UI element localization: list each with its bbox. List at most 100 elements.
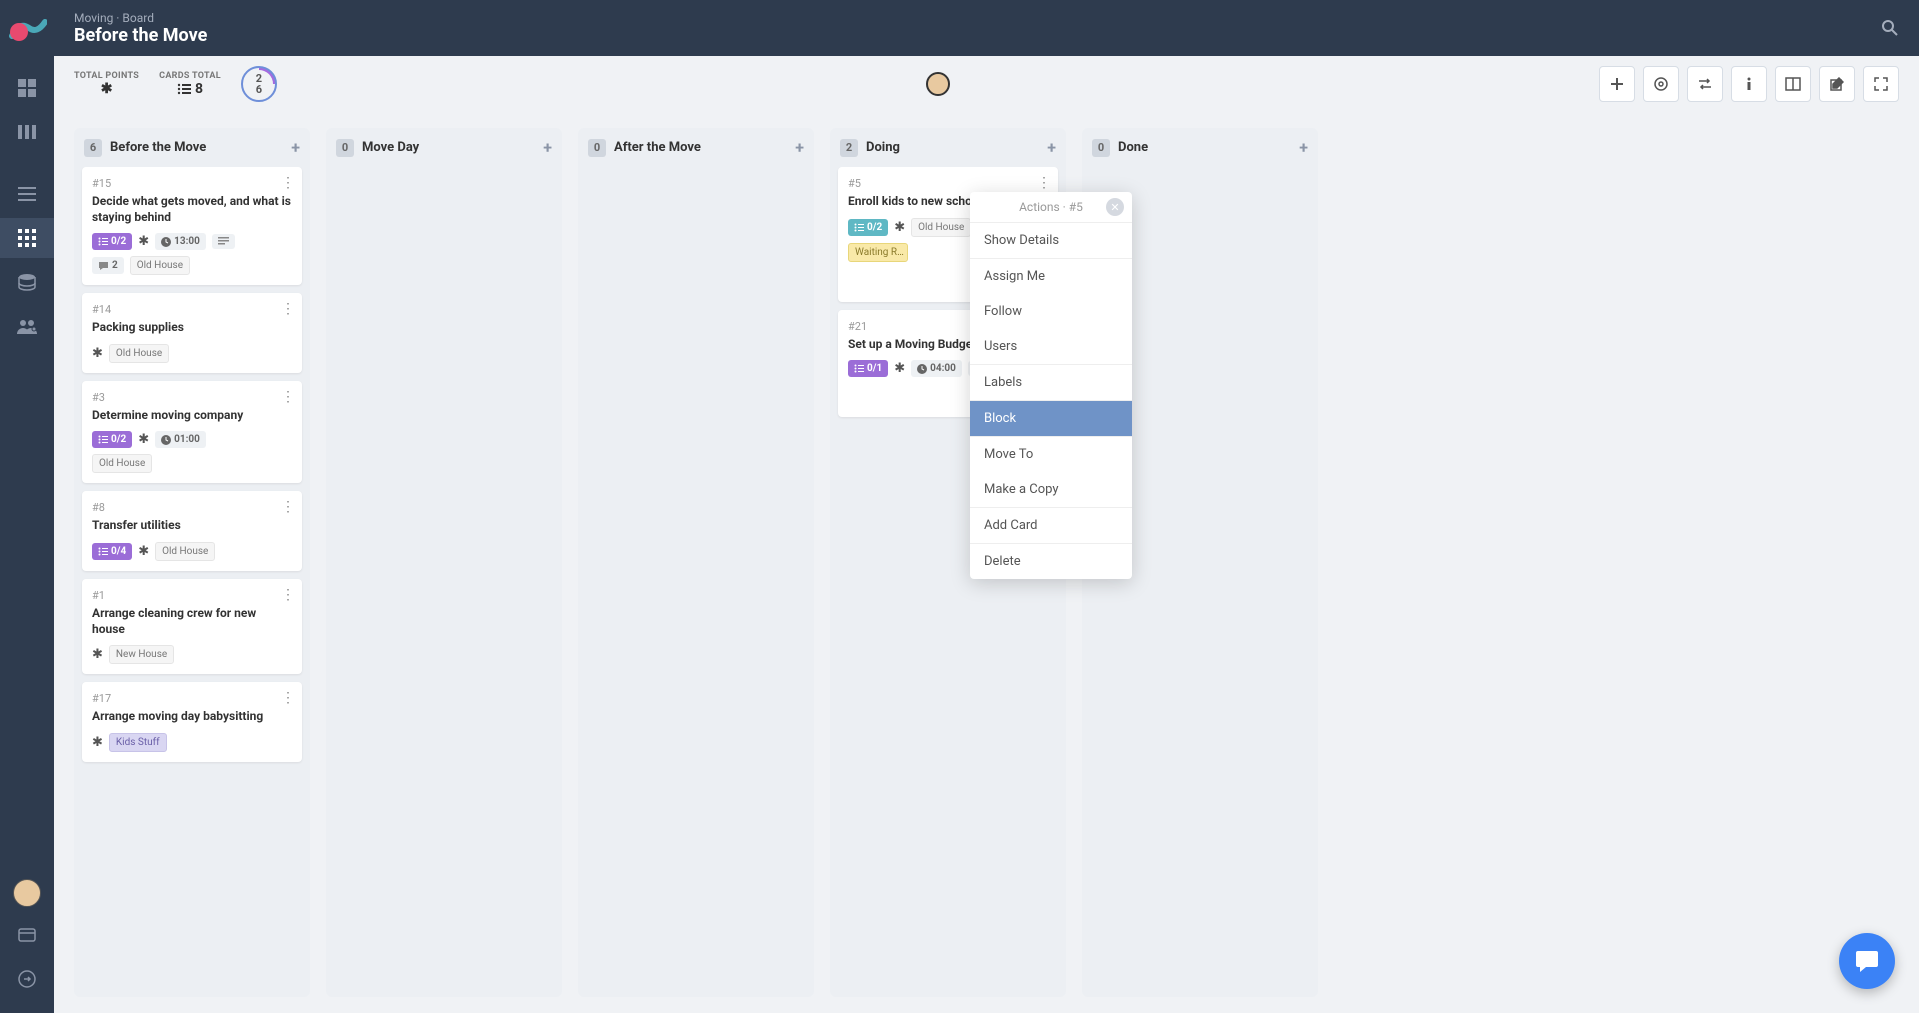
card[interactable]: #1 ⋮ Arrange cleaning crew for new house… [82,579,302,674]
tag-badge[interactable]: Old House [155,542,215,561]
card-menu-button[interactable]: ⋮ [281,389,294,405]
toolbar-avatar[interactable] [926,72,950,96]
card-menu-button[interactable]: ⋮ [281,301,294,317]
stat-value: 8 [195,81,203,97]
chat-fab[interactable] [1839,933,1895,989]
search-icon[interactable] [1881,19,1899,37]
column-add-button[interactable]: + [1047,138,1056,157]
card-id: #14 [92,303,292,316]
popup-item[interactable]: Show Details [970,223,1132,258]
rail-list[interactable] [0,174,54,214]
rail-logout[interactable] [0,959,54,999]
popup-close-button[interactable]: ✕ [1106,198,1124,216]
card-menu-button[interactable]: ⋮ [281,499,294,515]
star-icon: ✱ [138,432,149,447]
popup-item[interactable]: Block [970,401,1132,436]
tag-badge[interactable]: Waiting R… [848,243,908,262]
popup-header: Actions · #5✕ [970,192,1132,223]
toolbar: TOTAL POINTS ✱ CARDS TOTAL 8 2 6 [54,56,1919,112]
card-menu-button[interactable]: ⋮ [281,587,294,603]
column-title[interactable]: Before the Move [110,140,283,155]
popup-item[interactable]: Follow [970,294,1132,329]
page-title: Before the Move [74,25,207,46]
edit-button[interactable] [1819,66,1855,102]
tag-badge[interactable]: Old House [109,344,169,363]
popup-item[interactable]: Make a Copy [970,472,1132,507]
description-badge [212,234,235,249]
layout-button[interactable] [1775,66,1811,102]
column-add-button[interactable]: + [291,138,300,157]
checklist-icon [854,223,864,232]
progress-badge: 0/2 [848,219,888,236]
rail-dashboard[interactable] [0,68,54,108]
clock-icon [161,435,171,445]
popup-item[interactable]: Delete [970,544,1132,579]
board-column: 0 After the Move + [578,128,814,997]
rail-team[interactable] [0,306,54,346]
time-badge: 04:00 [911,360,962,377]
column-count: 0 [1092,139,1110,157]
rail-data[interactable] [0,262,54,302]
clock-icon [161,237,171,247]
card[interactable]: #17 ⋮ Arrange moving day babysitting ✱Ki… [82,682,302,762]
popup-item[interactable]: Users [970,329,1132,364]
swap-button[interactable] [1687,66,1723,102]
popup-item[interactable]: Add Card [970,508,1132,543]
popup-item[interactable]: Assign Me [970,259,1132,294]
card[interactable]: #3 ⋮ Determine moving company 0/2✱01:00 … [82,381,302,484]
progress-badge: 0/2 [92,233,132,250]
column-title[interactable]: Doing [866,140,1039,155]
card[interactable]: #15 ⋮ Decide what gets moved, and what i… [82,167,302,285]
card-id: #8 [92,501,292,514]
stat-cards-total: CARDS TOTAL 8 [159,71,221,97]
rail-card-icon[interactable] [0,915,54,955]
rail-columns[interactable] [0,112,54,152]
add-button[interactable] [1599,66,1635,102]
column-title[interactable]: Done [1118,140,1291,155]
fullscreen-button[interactable] [1863,66,1899,102]
time-badge: 01:00 [155,431,206,448]
card-menu-button[interactable]: ⋮ [281,175,294,191]
tag-badge[interactable]: Old House [130,256,190,275]
card[interactable]: #14 ⋮ Packing supplies ✱Old House [82,293,302,373]
tag-badge[interactable]: New House [109,645,174,664]
target-button[interactable] [1643,66,1679,102]
card-id: #15 [92,177,292,190]
board-column: 0 Move Day + [326,128,562,997]
rail-grid[interactable] [0,218,54,258]
stat-label: TOTAL POINTS [74,71,139,81]
info-button[interactable] [1731,66,1767,102]
tag-badge[interactable]: Old House [911,218,971,237]
tag-badge[interactable]: Kids Stuff [109,733,167,752]
column-title[interactable]: After the Move [614,140,787,155]
column-title[interactable]: Move Day [362,140,535,155]
column-count: 6 [84,139,102,157]
checklist-icon [98,435,108,444]
comments-badge[interactable]: 2 [92,257,124,274]
popup-item[interactable]: Labels [970,365,1132,400]
card-id: #1 [92,589,292,602]
column-add-button[interactable]: + [543,138,552,157]
star-icon: ✱ [138,544,149,559]
checklist-icon [854,364,864,373]
card[interactable]: #8 ⋮ Transfer utilities 0/4✱Old House [82,491,302,571]
breadcrumb[interactable]: Moving · Board [74,11,207,25]
tag-badge[interactable]: Old House [92,454,152,473]
rail-user-avatar[interactable] [13,879,41,907]
column-header: 2 Doing + [830,128,1066,167]
column-add-button[interactable]: + [1299,138,1308,157]
column-add-button[interactable]: + [795,138,804,157]
app-logo[interactable] [7,10,47,50]
left-rail [0,0,54,1013]
column-cards: #15 ⋮ Decide what gets moved, and what i… [74,167,310,997]
column-header: 0 After the Move + [578,128,814,167]
clock-icon [917,364,927,374]
progress-circle[interactable]: 2 6 [241,66,277,102]
popup-item[interactable]: Move To [970,437,1132,472]
card-menu-button[interactable]: ⋮ [1037,175,1050,191]
column-header: 0 Done + [1082,128,1318,167]
card-menu-button[interactable]: ⋮ [281,690,294,706]
column-cards [326,167,562,997]
progress-badge: 0/2 [92,431,132,448]
checklist-icon [98,237,108,246]
